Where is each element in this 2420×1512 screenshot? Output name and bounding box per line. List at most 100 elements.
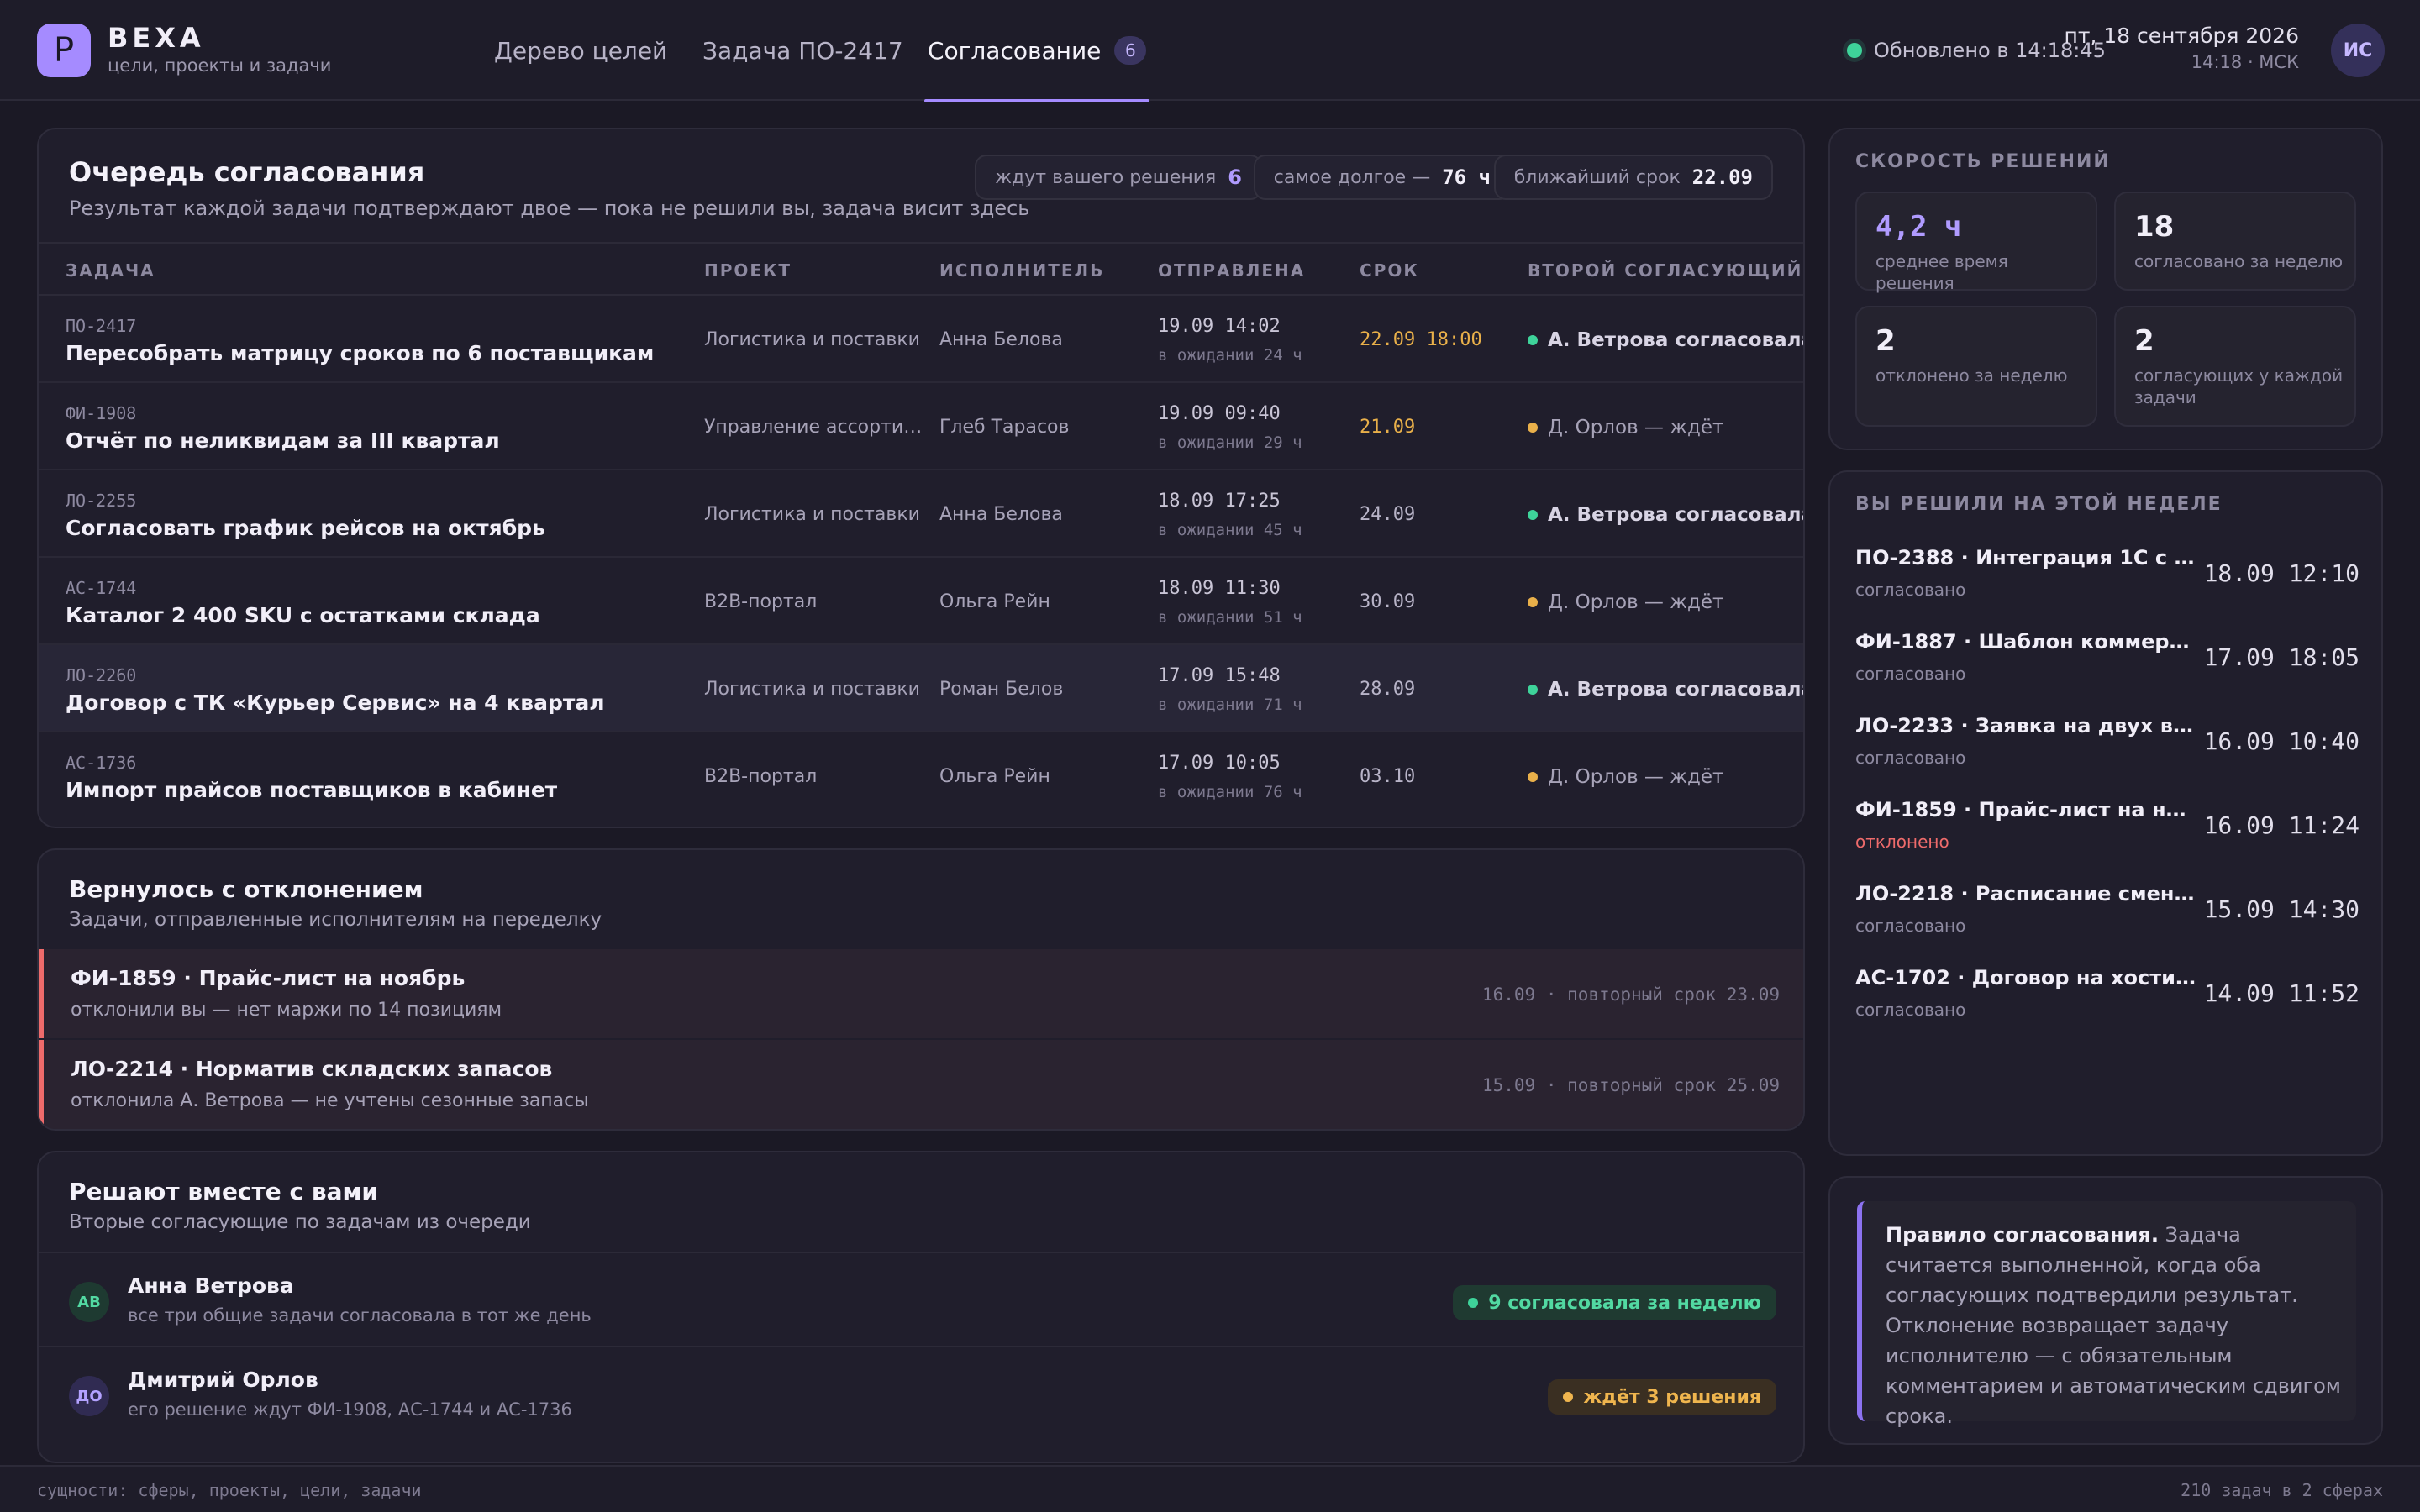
returned-title: Вернулось с отклонением	[69, 875, 424, 903]
table-row[interactable]: ЛО-2260 Договор с ТК «Курьер Сервис» на …	[39, 645, 1803, 732]
task-project: Логистика и поставки	[704, 679, 920, 700]
tab-goal-tree[interactable]: Дерево целей	[494, 0, 667, 101]
speed-label: СКОРОСТЬ РЕШЕНИЙ	[1855, 151, 2111, 172]
second-approver: А. Ветрова согласовала	[1528, 679, 1803, 701]
co-approver-name: Анна Ветрова	[128, 1273, 294, 1298]
task-sent: 17.09 15:48	[1158, 665, 1281, 686]
pending-dot-icon	[1528, 597, 1538, 607]
col-task[interactable]: ЗАДАЧА	[66, 244, 155, 297]
second-approver-text: Д. Орлов — ждёт	[1548, 766, 1724, 788]
task-due: 30.09	[1360, 591, 1416, 612]
task-sent: 17.09 10:05	[1158, 753, 1281, 774]
task-due: 21.09	[1360, 417, 1416, 438]
task-title[interactable]: Пересобрать матрицу сроков по 6 поставщи…	[66, 341, 654, 365]
returned-item-note: отклонила А. Ветрова — не учтены сезонны…	[71, 1090, 589, 1111]
status-badge: 9 согласовала за неделю	[1453, 1285, 1776, 1320]
task-id: ЛО-2255	[66, 491, 137, 511]
user-avatar[interactable]: ИС	[2331, 24, 2385, 77]
entities-note: сущности: сферы, проекты, цели, задачи	[37, 1480, 422, 1500]
decision-title: АС-1702 · Договор на хостинг 1С	[1855, 966, 2200, 990]
approved-dot-icon	[1528, 335, 1538, 345]
logo-letter: Р	[53, 31, 75, 70]
approval-queue-panel: Очередь согласования Результат каждой за…	[37, 128, 1805, 828]
task-title[interactable]: Договор с ТК «Курьер Сервис» на 4 кварта…	[66, 690, 605, 715]
second-approver: Д. Орлов — ждёт	[1528, 766, 1723, 788]
task-title[interactable]: Импорт прайсов поставщиков в кабинет	[66, 778, 557, 802]
returned-panel: Вернулось с отклонением Задачи, отправле…	[37, 848, 1805, 1131]
status-badge: ждёт 3 решения	[1548, 1379, 1776, 1415]
task-due: 03.10	[1360, 766, 1416, 787]
decision-time: 14.09 11:52	[2203, 979, 2360, 1007]
col-second-approver[interactable]: ВТОРОЙ СОГЛАСУЮЩИЙ	[1528, 244, 1802, 297]
rule-body: Задача считается выполненной, когда оба …	[1886, 1223, 2341, 1428]
pending-dot-icon	[1563, 1392, 1574, 1402]
week-label: ВЫ РЕШИЛИ НА ЭТОЙ НЕДЕЛЕ	[1855, 494, 2223, 515]
decision-state: отклонено	[1855, 832, 1949, 852]
list-item[interactable]: ЛО-2218 · Расписание смен склада согласо…	[1855, 882, 2360, 966]
list-item[interactable]: ПО-2388 · Интеграция 1С с B2B-портал сог…	[1855, 546, 2360, 630]
chip-value: 22.09	[1691, 165, 1753, 189]
table-row[interactable]: ЛО-2255 Согласовать график рейсов на окт…	[39, 470, 1803, 558]
list-item[interactable]: ФИ-1859 · Прайс-лист на ноябрь отклонено…	[1855, 798, 2360, 882]
table-row[interactable]: ПО-2417 Пересобрать матрицу сроков по 6 …	[39, 296, 1803, 383]
table-row[interactable]: АС-1744 Каталог 2 400 SKU с остатками ск…	[39, 558, 1803, 645]
co-approvers-subtitle: Вторые согласующие по задачам из очереди	[69, 1211, 531, 1233]
list-item[interactable]: ЛО-2233 · Заявка на двух водителей согла…	[1855, 714, 2360, 798]
decision-title: ФИ-1887 · Шаблон коммерческого предложен…	[1855, 630, 2200, 654]
col-executor[interactable]: ИСПОЛНИТЕЛЬ	[939, 244, 1104, 297]
co-approver-name: Дмитрий Орлов	[128, 1368, 318, 1392]
queue-title: Очередь согласования	[69, 156, 425, 188]
tab-approval[interactable]: Согласование 6	[924, 0, 1150, 102]
decision-time: 17.09 18:05	[2203, 643, 2360, 671]
stat-card: 4,2 ч среднее время решения	[1855, 192, 2097, 293]
co-approver-row[interactable]: ДО Дмитрий Орлов его решение ждут ФИ-190…	[39, 1346, 1803, 1440]
task-executor: Роман Белов	[939, 679, 1064, 700]
chip-label: ждут вашего решения	[995, 166, 1217, 188]
second-approver: А. Ветрова согласовала	[1528, 504, 1803, 526]
task-title[interactable]: Отчёт по неликвидам за III квартал	[66, 428, 500, 453]
second-approver: А. Ветрова согласовала	[1528, 329, 1803, 351]
active-tab-indicator	[924, 99, 1150, 102]
app-logo[interactable]: Р	[37, 24, 91, 77]
decision-speed-panel: СКОРОСТЬ РЕШЕНИЙ 4,2 ч среднее время реш…	[1828, 128, 2383, 450]
list-item[interactable]: АС-1702 · Договор на хостинг 1С согласов…	[1855, 966, 2360, 1050]
decision-time: 16.09 11:24	[2203, 811, 2360, 839]
second-approver-text: Д. Орлов — ждёт	[1548, 591, 1724, 613]
task-title[interactable]: Каталог 2 400 SKU с остатками склада	[66, 603, 540, 627]
task-title[interactable]: Согласовать график рейсов на октябрь	[66, 516, 545, 540]
task-due: 28.09	[1360, 679, 1416, 700]
table-row[interactable]: АС-1736 Импорт прайсов поставщиков в каб…	[39, 732, 1803, 820]
col-project[interactable]: ПРОЕКТ	[704, 244, 792, 297]
returned-item-meta: 15.09 · повторный срок 25.09	[1481, 1075, 1780, 1095]
co-approver-row[interactable]: АВ Анна Ветрова все три общие задачи сог…	[39, 1252, 1803, 1346]
current-time: 14:18 · МСК	[2191, 52, 2299, 72]
col-sent[interactable]: ОТПРАВЛЕНА	[1158, 244, 1305, 297]
tab-task[interactable]: Задача ПО-2417	[702, 0, 903, 101]
stat-card: 18 согласовано за неделю	[2114, 192, 2356, 291]
task-project: B2B-портал	[704, 591, 818, 612]
decision-time: 15.09 14:30	[2203, 895, 2360, 923]
returned-item[interactable]: ЛО-2214 · Норматив складских запасов отк…	[39, 1040, 1803, 1129]
chip-label: самое долгое —	[1273, 166, 1431, 188]
returned-item-title: ЛО-2214 · Норматив складских запасов	[71, 1057, 553, 1081]
task-project: Управление ассортиментом	[704, 417, 924, 438]
stat-value: 18	[2134, 210, 2175, 244]
task-count: 210 задач в 2 сферах	[2181, 1480, 2383, 1500]
col-due[interactable]: СРОК	[1360, 244, 1419, 297]
avatar: АВ	[69, 1282, 109, 1322]
stat-label: отклонено за неделю	[1876, 365, 2068, 386]
decision-time: 16.09 10:40	[2203, 727, 2360, 755]
table-row[interactable]: ФИ-1908 Отчёт по неликвидам за III кварт…	[39, 383, 1803, 470]
tab-label: Согласование	[928, 36, 1102, 65]
returned-item[interactable]: ФИ-1859 · Прайс-лист на ноябрь отклонили…	[39, 949, 1803, 1038]
status-bar: сущности: сферы, проекты, цели, задачи 2…	[0, 1465, 2420, 1512]
list-item[interactable]: ФИ-1887 · Шаблон коммерческого предложен…	[1855, 630, 2360, 714]
stat-value: 2	[2134, 324, 2154, 358]
second-approver: Д. Орлов — ждёт	[1528, 417, 1723, 438]
second-approver-text: Д. Орлов — ждёт	[1548, 417, 1724, 438]
decision-title: ЛО-2233 · Заявка на двух водителей	[1855, 714, 2200, 738]
task-id: АС-1736	[66, 753, 137, 773]
task-id: ФИ-1908	[66, 403, 137, 423]
stat-label: согласовано за неделю	[2134, 251, 2344, 271]
stat-label: согласующих у каждой задачи	[2134, 365, 2344, 407]
